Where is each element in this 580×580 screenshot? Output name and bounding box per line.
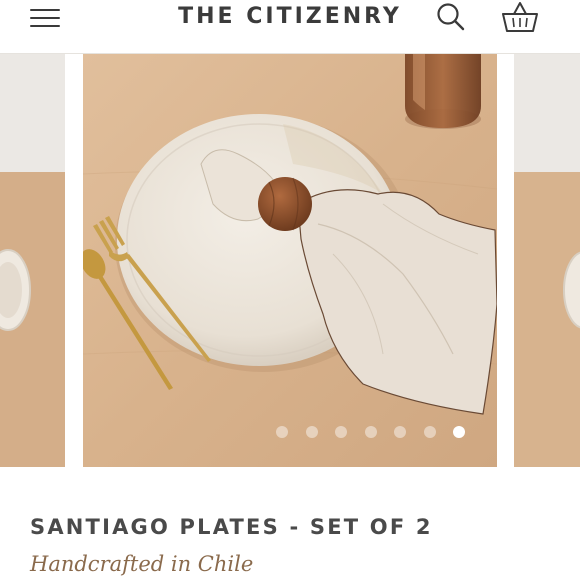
search-icon[interactable]: [436, 2, 466, 32]
product-image-carousel[interactable]: [0, 54, 580, 467]
carousel-dot[interactable]: [364, 426, 377, 438]
product-subtitle: Handcrafted in Chile: [30, 552, 254, 576]
previous-slide[interactable]: [0, 54, 65, 467]
carousel-dot-active[interactable]: [453, 426, 465, 438]
carousel-dot[interactable]: [335, 426, 347, 438]
next-slide[interactable]: [514, 54, 580, 467]
basket-icon[interactable]: [500, 0, 540, 34]
carousel-pagination: [276, 426, 465, 440]
carousel-dot[interactable]: [423, 426, 436, 438]
carousel-dot[interactable]: [305, 426, 318, 438]
carousel-dot[interactable]: [394, 426, 406, 438]
hamburger-menu-icon[interactable]: [30, 5, 62, 29]
site-header: THE CITIZENRY: [0, 0, 580, 54]
carousel-dot[interactable]: [276, 426, 288, 438]
product-title: SANTIAGO PLATES - SET OF 2: [30, 515, 433, 539]
main-product-image[interactable]: [83, 54, 497, 467]
brand-logo[interactable]: THE CITIZENRY: [170, 4, 410, 29]
